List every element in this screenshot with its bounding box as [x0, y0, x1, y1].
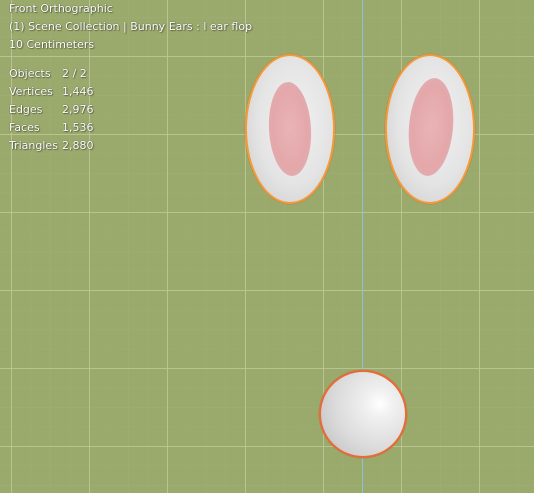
stat-label: Objects	[9, 67, 51, 80]
stat-label: Triangles	[9, 139, 58, 152]
stat-row-objects: Objects 2 / 2	[9, 65, 94, 83]
viewport-info: Front Orthographic (1) Scene Collection …	[9, 0, 252, 54]
ear-inner-pink	[266, 80, 314, 178]
bunny-ear-left-mesh[interactable]	[245, 54, 335, 204]
stat-value: 2,976	[62, 103, 94, 116]
stat-label: Edges	[9, 103, 43, 116]
stat-row-edges: Edges 2,976	[9, 101, 94, 119]
scene-statistics: Objects 2 / 2 Vertices 1,446 Edges 2,976…	[9, 65, 94, 155]
grid-scale: 10 Centimeters	[9, 38, 95, 51]
view-name: Front Orthographic	[9, 2, 113, 15]
scene-context: (1) Scene Collection | Bunny Ears : l ea…	[9, 20, 253, 33]
stat-value: 2 / 2	[62, 67, 87, 80]
stat-row-faces: Faces 1,536	[9, 119, 94, 137]
stat-value: 2,880	[62, 139, 94, 152]
stat-row-triangles: Triangles 2,880	[9, 137, 94, 155]
sphere-mesh[interactable]	[319, 370, 407, 458]
stat-label: Vertices	[9, 85, 53, 98]
stat-value: 1,536	[62, 121, 94, 134]
stat-row-vertices: Vertices 1,446	[9, 83, 94, 101]
bunny-ear-right-mesh[interactable]	[385, 54, 475, 204]
stat-value: 1,446	[62, 85, 94, 98]
stat-label: Faces	[9, 121, 40, 134]
ear-inner-pink	[404, 76, 458, 178]
